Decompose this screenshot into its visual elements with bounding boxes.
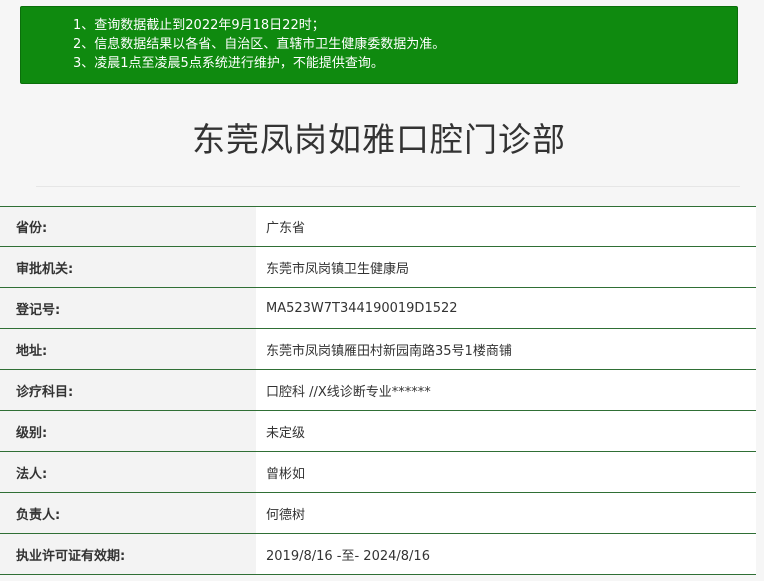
row-label: 诊疗科目: (0, 370, 256, 410)
row-label: 省份: (0, 207, 256, 246)
table-row-registration-number: 登记号: MA523W7T344190019D1522 (0, 288, 756, 329)
row-label: 执业许可证有效期: (0, 534, 256, 574)
row-label: 级别: (0, 411, 256, 451)
notice-line: 3、凌晨1点至凌晨5点系统进行维护，不能提供查询。 (73, 56, 384, 71)
row-label: 登记号: (0, 288, 256, 328)
table-row-level: 级别: 未定级 (0, 411, 756, 452)
row-label: 地址: (0, 329, 256, 369)
page-title: 东莞凤岗如雅口腔门诊部 (192, 120, 566, 159)
row-value: MA523W7T344190019D1522 (256, 288, 756, 328)
row-value: 东莞市凤岗镇卫生健康局 (256, 247, 756, 287)
table-row-departments: 诊疗科目: 口腔科 //X线诊断专业****** (0, 370, 756, 411)
table-row-license-validity: 执业许可证有效期: 2019/8/16 -至- 2024/8/16 (0, 534, 756, 575)
row-value: 2019/8/16 -至- 2024/8/16 (256, 534, 756, 574)
info-table: 省份: 广东省 审批机关: 东莞市凤岗镇卫生健康局 登记号: MA523W7T3… (0, 206, 756, 575)
page-header: 东莞凤岗如雅口腔门诊部 (20, 88, 738, 186)
row-value: 曾彬如 (256, 452, 756, 492)
row-value: 未定级 (256, 411, 756, 451)
row-value: 何德树 (256, 493, 756, 533)
table-row-person-in-charge: 负责人: 何德树 (0, 493, 756, 534)
row-label: 法人: (0, 452, 256, 492)
notice-line: 2、信息数据结果以各省、自治区、直辖市卫生健康委数据为准。 (73, 37, 446, 52)
row-value: 口腔科 //X线诊断专业****** (256, 370, 756, 410)
table-row-address: 地址: 东莞市凤岗镇雁田村新园南路35号1楼商铺 (0, 329, 756, 370)
row-value: 广东省 (256, 207, 756, 246)
table-row-province: 省份: 广东省 (0, 206, 756, 247)
row-label: 负责人: (0, 493, 256, 533)
table-row-approval-authority: 审批机关: 东莞市凤岗镇卫生健康局 (0, 247, 756, 288)
row-label: 审批机关: (0, 247, 256, 287)
table-row-legal-person: 法人: 曾彬如 (0, 452, 756, 493)
notice-banner: 1、查询数据截止到2022年9月18日22时； 2、信息数据结果以各省、自治区、… (20, 6, 738, 84)
notice-line: 1、查询数据截止到2022年9月18日22时； (73, 18, 325, 33)
row-value: 东莞市凤岗镇雁田村新园南路35号1楼商铺 (256, 329, 756, 369)
title-divider (36, 186, 740, 187)
